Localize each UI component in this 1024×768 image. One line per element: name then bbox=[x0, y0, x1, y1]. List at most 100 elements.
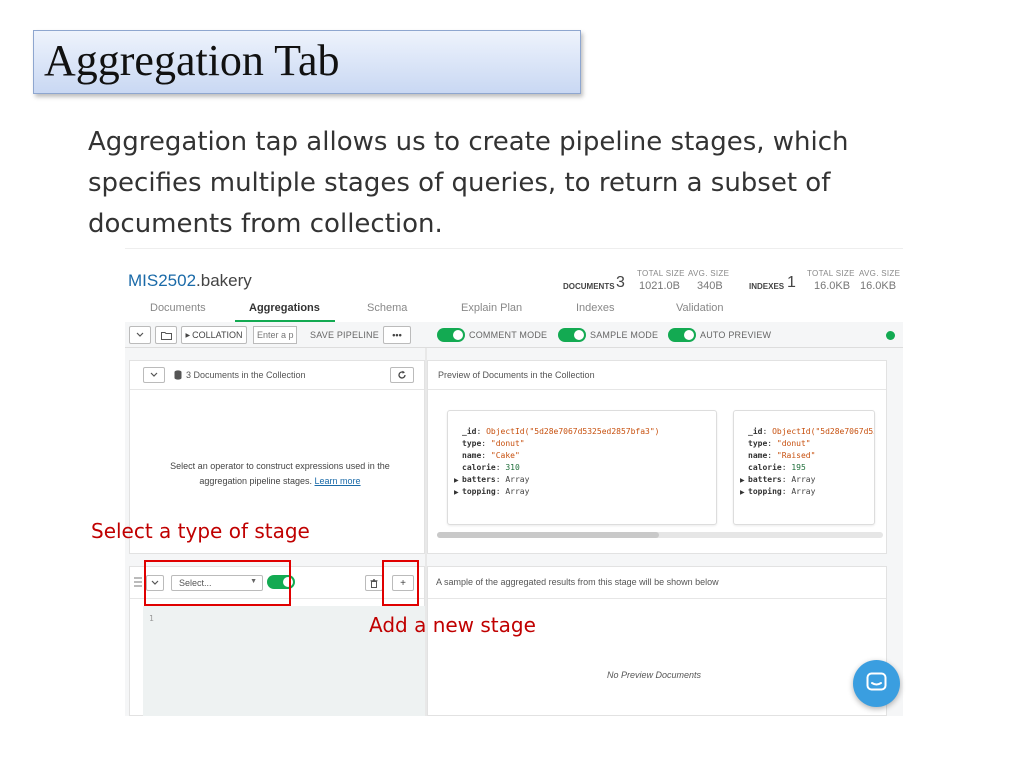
auto-preview-toggle[interactable] bbox=[668, 328, 696, 342]
field-key: _id bbox=[748, 427, 763, 436]
chevron-down-icon bbox=[136, 332, 144, 337]
document-card: _id: ObjectId("5d28e7067d532 type: "donu… bbox=[733, 410, 875, 525]
doc-field-topping: topping: Array bbox=[748, 487, 816, 496]
collection-tabs: Documents Aggregations Schema Explain Pl… bbox=[125, 299, 903, 323]
doc-field-batters: batters: Array bbox=[462, 475, 530, 484]
doc-field-name: name: "Cake" bbox=[462, 451, 520, 460]
idx-avg-size-label: AVG. SIZE bbox=[859, 269, 901, 278]
database-name: MIS2502 bbox=[128, 271, 197, 290]
pipeline-toolbar: ▶ COLLATION Enter a p SAVE PIPELINE ••• C… bbox=[125, 322, 903, 348]
source-collapse-button[interactable] bbox=[143, 367, 165, 383]
annotation-box-add bbox=[382, 560, 419, 606]
operator-hint: Select an operator to construct expressi… bbox=[150, 459, 410, 489]
idx-total-size-label: TOTAL SIZE bbox=[807, 269, 855, 278]
collapse-button[interactable] bbox=[129, 326, 151, 344]
auto-preview-label: AUTO PREVIEW bbox=[700, 330, 772, 340]
refresh-icon bbox=[398, 370, 406, 379]
tab-validation[interactable]: Validation bbox=[676, 302, 724, 314]
field-key: batters bbox=[748, 475, 782, 484]
status-indicator bbox=[886, 331, 895, 340]
preview-scrollbar[interactable] bbox=[437, 532, 883, 538]
indexes-label: INDEXES bbox=[749, 282, 785, 291]
documents-count: 3 bbox=[616, 274, 625, 291]
docs-total-size-label: TOTAL SIZE bbox=[637, 269, 685, 278]
doc-field-topping: topping: Array bbox=[462, 487, 530, 496]
caret-right-icon: ▶ bbox=[185, 332, 191, 339]
save-pipeline-button[interactable]: SAVE PIPELINE bbox=[310, 330, 379, 340]
collation-button[interactable]: ▶ COLLATION bbox=[181, 326, 247, 344]
delete-stage-button[interactable] bbox=[365, 575, 383, 591]
documents-label: DOCUMENTS bbox=[563, 282, 615, 291]
stage-sample-text: A sample of the aggregated results from … bbox=[436, 577, 719, 587]
chat-icon bbox=[866, 672, 887, 691]
field-value: Array bbox=[791, 475, 816, 484]
docs-total-size: 1021.0B bbox=[639, 280, 680, 292]
collection-name: .bakery bbox=[196, 271, 252, 290]
field-value: 310 bbox=[505, 463, 520, 472]
doc-field-id: _id: ObjectId("5d28e7067d532 bbox=[748, 427, 875, 436]
slide-body-text: Aggregation tap allows us to create pipe… bbox=[88, 127, 849, 239]
field-key: _id bbox=[462, 427, 477, 436]
docs-avg-size: 340B bbox=[697, 280, 723, 292]
field-value: Array bbox=[791, 487, 816, 496]
indexes-count: 1 bbox=[787, 274, 796, 291]
field-value: 195 bbox=[791, 463, 806, 472]
doc-field-calorie: calorie: 195 bbox=[748, 463, 806, 472]
comment-mode-label: COMMENT MODE bbox=[469, 330, 548, 340]
doc-field-type: type: "donut" bbox=[748, 439, 811, 448]
more-options-button[interactable]: ••• bbox=[383, 326, 411, 344]
sample-mode-label: SAMPLE MODE bbox=[590, 330, 659, 340]
expand-caret-icon[interactable]: ▶ bbox=[740, 477, 745, 484]
sample-mode-toggle[interactable] bbox=[558, 328, 586, 342]
comment-mode-toggle[interactable] bbox=[437, 328, 465, 342]
compass-screenshot: MIS2502.bakery DOCUMENTS 3 TOTAL SIZE 10… bbox=[125, 248, 903, 716]
namespace-title: MIS2502.bakery bbox=[128, 271, 252, 291]
learn-more-link[interactable]: Learn more bbox=[315, 476, 361, 486]
collation-label: COLLATION bbox=[192, 330, 243, 340]
database-icon bbox=[174, 370, 182, 380]
doc-field-name: name: "Raised" bbox=[748, 451, 816, 460]
doc-field-type: type: "donut" bbox=[462, 439, 525, 448]
field-key: batters bbox=[462, 475, 496, 484]
field-key: name bbox=[748, 451, 768, 460]
tab-explain-plan[interactable]: Explain Plan bbox=[461, 302, 522, 314]
field-value: "donut" bbox=[776, 439, 811, 448]
idx-total-size: 16.0KB bbox=[814, 280, 851, 292]
stage-output-panel: A sample of the aggregated results from … bbox=[427, 566, 887, 716]
annotation-select-stage: Select a type of stage bbox=[91, 519, 310, 543]
expand-caret-icon[interactable]: ▶ bbox=[454, 477, 459, 484]
field-value: ObjectId("5d28e7067d5325ed2857bfa3") bbox=[486, 427, 660, 436]
open-folder-button[interactable] bbox=[155, 326, 177, 344]
document-card: _id: ObjectId("5d28e7067d5325ed2857bfa3"… bbox=[447, 410, 717, 525]
annotation-add-stage: Add a new stage bbox=[369, 613, 536, 637]
tab-aggregations[interactable]: Aggregations bbox=[249, 302, 320, 314]
trash-icon bbox=[370, 578, 378, 588]
doc-field-id: _id: ObjectId("5d28e7067d5325ed2857bfa3"… bbox=[462, 427, 660, 436]
tab-schema[interactable]: Schema bbox=[367, 302, 407, 314]
chat-launcher-button[interactable] bbox=[853, 660, 900, 707]
preview-title: Preview of Documents in the Collection bbox=[438, 370, 595, 380]
line-number: 1 bbox=[149, 614, 154, 623]
slide-title: Aggregation Tab bbox=[33, 30, 581, 94]
expand-caret-icon[interactable]: ▶ bbox=[454, 489, 459, 496]
tab-indexes[interactable]: Indexes bbox=[576, 302, 615, 314]
field-value: "Cake" bbox=[490, 451, 520, 460]
drag-handle-icon[interactable] bbox=[134, 577, 142, 589]
folder-icon bbox=[160, 331, 172, 340]
collation-input[interactable]: Enter a p bbox=[253, 326, 297, 344]
expand-caret-icon[interactable]: ▶ bbox=[740, 489, 745, 496]
chevron-down-icon bbox=[150, 372, 158, 377]
tab-documents[interactable]: Documents bbox=[150, 302, 206, 314]
field-value: ObjectId("5d28e7067d532 bbox=[772, 427, 875, 436]
idx-avg-size: 16.0KB bbox=[860, 280, 897, 292]
field-key: type bbox=[462, 439, 482, 448]
scrollbar-thumb[interactable] bbox=[437, 532, 659, 538]
field-key: type bbox=[748, 439, 768, 448]
doc-field-batters: batters: Array bbox=[748, 475, 816, 484]
refresh-button[interactable] bbox=[390, 367, 414, 383]
field-key: calorie bbox=[462, 463, 496, 472]
docs-avg-size-label: AVG. SIZE bbox=[688, 269, 730, 278]
field-value: Array bbox=[505, 487, 530, 496]
no-preview-text: No Preview Documents bbox=[607, 670, 702, 680]
doc-field-calorie: calorie: 310 bbox=[462, 463, 520, 472]
